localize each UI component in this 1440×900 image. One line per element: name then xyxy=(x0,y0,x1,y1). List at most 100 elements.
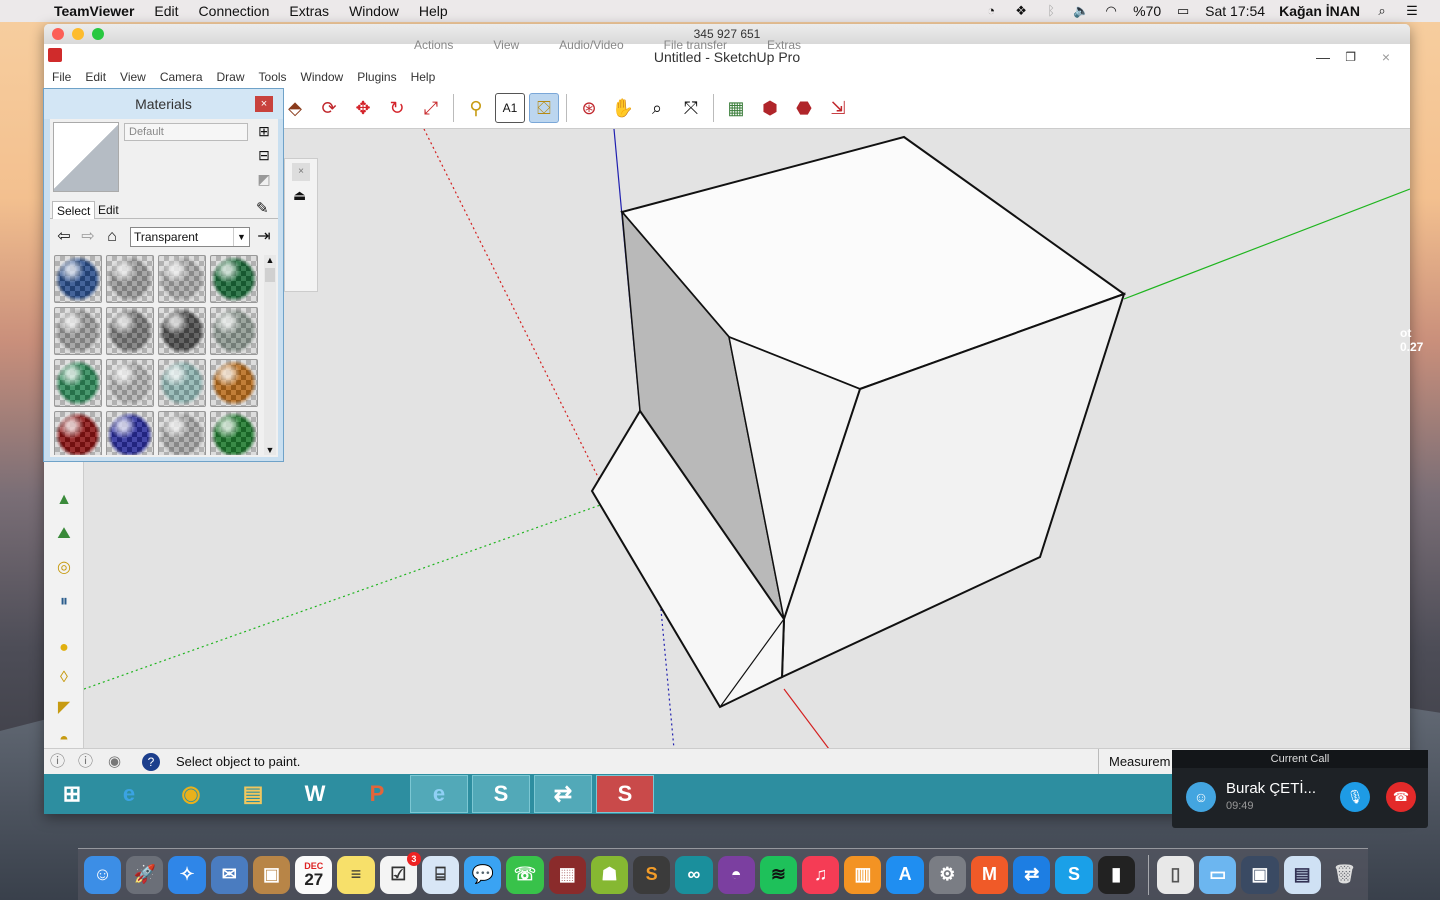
notification-center-icon[interactable]: ☰ xyxy=(1404,4,1420,18)
sample-paint-icon[interactable]: ✎ xyxy=(256,199,269,217)
launchpad-icon[interactable]: 🚀 xyxy=(126,855,164,894)
su-menu-camera[interactable]: Camera xyxy=(160,70,203,88)
material-swatch[interactable] xyxy=(210,255,258,303)
material-swatch[interactable] xyxy=(158,359,206,407)
su-menu-edit[interactable]: Edit xyxy=(85,70,106,88)
spotify-icon[interactable]: ≋ xyxy=(759,855,797,894)
calendar-icon[interactable]: DEC 27 xyxy=(295,855,333,894)
photo-booth-icon[interactable]: ▦ xyxy=(548,855,586,894)
menu-help[interactable]: Help xyxy=(419,3,448,19)
materials-close-button[interactable]: × xyxy=(255,96,273,112)
clock[interactable]: Sat 17:54 xyxy=(1205,3,1265,19)
internet-explorer-running-icon[interactable]: e xyxy=(410,775,468,813)
tab-edit[interactable]: Edit xyxy=(94,201,123,219)
tv-view[interactable]: View xyxy=(493,38,519,52)
m-app-icon[interactable]: M xyxy=(970,855,1009,894)
battery-percent[interactable]: %70 xyxy=(1133,3,1161,19)
position-camera-icon[interactable]: ◎ xyxy=(52,556,76,580)
panel-collapse-icon[interactable]: ⏏ xyxy=(293,187,309,204)
menu-edit[interactable]: Edit xyxy=(154,3,178,19)
tv-actions[interactable]: Actions xyxy=(414,38,453,52)
sketchup-taskbar-icon[interactable]: S xyxy=(596,775,654,813)
warehouse-icon[interactable]: ⬢ xyxy=(755,93,785,123)
su-menu-draw[interactable]: Draw xyxy=(217,70,245,88)
material-swatch[interactable] xyxy=(210,359,258,407)
material-swatch[interactable] xyxy=(54,411,102,455)
screens-icon[interactable]: ▣ xyxy=(1241,855,1279,894)
volume-icon[interactable]: 🔈 xyxy=(1073,4,1089,18)
home-icon[interactable]: ⌂ xyxy=(102,227,122,247)
menu-extras[interactable]: Extras xyxy=(289,3,329,19)
back-arrow-icon[interactable]: ⇦ xyxy=(54,227,74,247)
tab-select[interactable]: Select xyxy=(52,201,96,219)
android-icon[interactable]: ☗ xyxy=(590,855,629,894)
material-swatch[interactable] xyxy=(210,307,258,355)
library-select[interactable]: Transparent ▼ xyxy=(130,227,250,247)
facetime-icon[interactable]: ☏ xyxy=(506,855,544,894)
app-store-icon[interactable]: A xyxy=(886,855,924,894)
system-preferences-icon[interactable]: ⚙ xyxy=(928,855,966,894)
itunes-icon[interactable]: ♫ xyxy=(801,855,840,894)
tv-extras[interactable]: Extras xyxy=(767,38,801,52)
spotlight-icon[interactable]: ⌕ xyxy=(1374,4,1390,18)
menu-connection[interactable]: Connection xyxy=(199,3,270,19)
materials-titlebar[interactable]: Materials × xyxy=(44,89,283,119)
timer-icon[interactable]: ◔ xyxy=(983,4,999,18)
scroll-down-icon[interactable]: ▼ xyxy=(264,445,276,455)
material-swatch[interactable] xyxy=(106,255,154,303)
document-icon[interactable]: ▯ xyxy=(1156,855,1195,894)
contacts-icon[interactable]: ▣ xyxy=(252,855,291,894)
ibooks-icon[interactable]: ▥ xyxy=(844,855,882,894)
chevron-down-icon[interactable]: ▼ xyxy=(233,228,249,246)
messages-icon[interactable]: 💬 xyxy=(464,855,502,894)
material-name-input[interactable]: Default xyxy=(124,123,248,141)
credits-icon[interactable]: ⓘ xyxy=(78,749,93,775)
internet-explorer-icon[interactable]: e xyxy=(100,775,158,813)
notes-icon[interactable]: ≡ xyxy=(337,855,375,894)
material-swatch[interactable] xyxy=(54,255,102,303)
orbit-icon[interactable]: ⊛ xyxy=(574,93,604,123)
menu-window[interactable]: Window xyxy=(349,3,399,19)
scroll-up-icon[interactable]: ▲ xyxy=(264,255,276,265)
su-menu-view[interactable]: View xyxy=(120,70,146,88)
github-icon[interactable]: ◓ xyxy=(717,855,755,894)
instructor-help-icon[interactable]: ? xyxy=(142,753,160,771)
forward-arrow-icon[interactable]: ⇨ xyxy=(78,227,98,247)
photos-icon[interactable]: ⌸ xyxy=(421,855,460,894)
material-swatch[interactable] xyxy=(158,255,206,303)
material-swatch[interactable] xyxy=(54,359,102,407)
material-swatch[interactable] xyxy=(106,359,154,407)
scale-icon[interactable]: ⤢ xyxy=(416,93,446,123)
paint-bucket-icon[interactable]: ⛋ xyxy=(529,93,559,123)
tape-measure-icon[interactable]: ⚲ xyxy=(461,93,491,123)
extension-warehouse-icon[interactable]: ⇲ xyxy=(823,93,853,123)
details-arrow-icon[interactable]: ⇥ xyxy=(254,227,274,247)
zoom-extents-icon[interactable]: ⤧ xyxy=(676,93,706,123)
piano-icon[interactable]: ▮ xyxy=(1097,855,1135,894)
display-secondary-icon[interactable]: ⊟ xyxy=(254,145,274,165)
bluetooth-icon[interactable]: ᛒ xyxy=(1043,4,1059,18)
section-plane-icon[interactable]: ◊ xyxy=(52,666,76,690)
windows-start-icon[interactable]: ⊞ xyxy=(48,775,96,813)
word-icon[interactable]: W xyxy=(286,775,344,813)
chrome-icon[interactable]: ◉ xyxy=(162,775,220,813)
su-menu-window[interactable]: Window xyxy=(301,70,344,88)
user-name[interactable]: Kağan İNAN xyxy=(1279,3,1360,19)
tv-file-transfer[interactable]: File transfer xyxy=(664,38,727,52)
minimize-window-button[interactable] xyxy=(72,28,84,40)
microphone-icon[interactable]: 🎙 xyxy=(1340,782,1370,812)
powerpoint-icon[interactable]: P xyxy=(348,775,406,813)
sandbox-icon[interactable]: ▲ xyxy=(52,488,76,512)
material-swatch[interactable] xyxy=(106,307,154,355)
sphere-icon[interactable]: ● xyxy=(52,636,76,660)
terrain-icon[interactable]: ⛰ xyxy=(52,522,76,546)
look-around-icon[interactable]: ◤ xyxy=(52,696,76,720)
move-icon[interactable]: ✥ xyxy=(348,93,378,123)
text-icon[interactable]: A1 xyxy=(495,93,525,123)
pan-icon[interactable]: ✋ xyxy=(608,93,638,123)
arduino-icon[interactable]: ∞ xyxy=(675,855,713,894)
battery-icon[interactable]: ▭ xyxy=(1175,4,1191,18)
hang-up-icon[interactable]: ☎ xyxy=(1386,782,1416,812)
su-menu-tools[interactable]: Tools xyxy=(259,70,287,88)
create-material-icon[interactable]: ⊞ xyxy=(254,121,274,141)
